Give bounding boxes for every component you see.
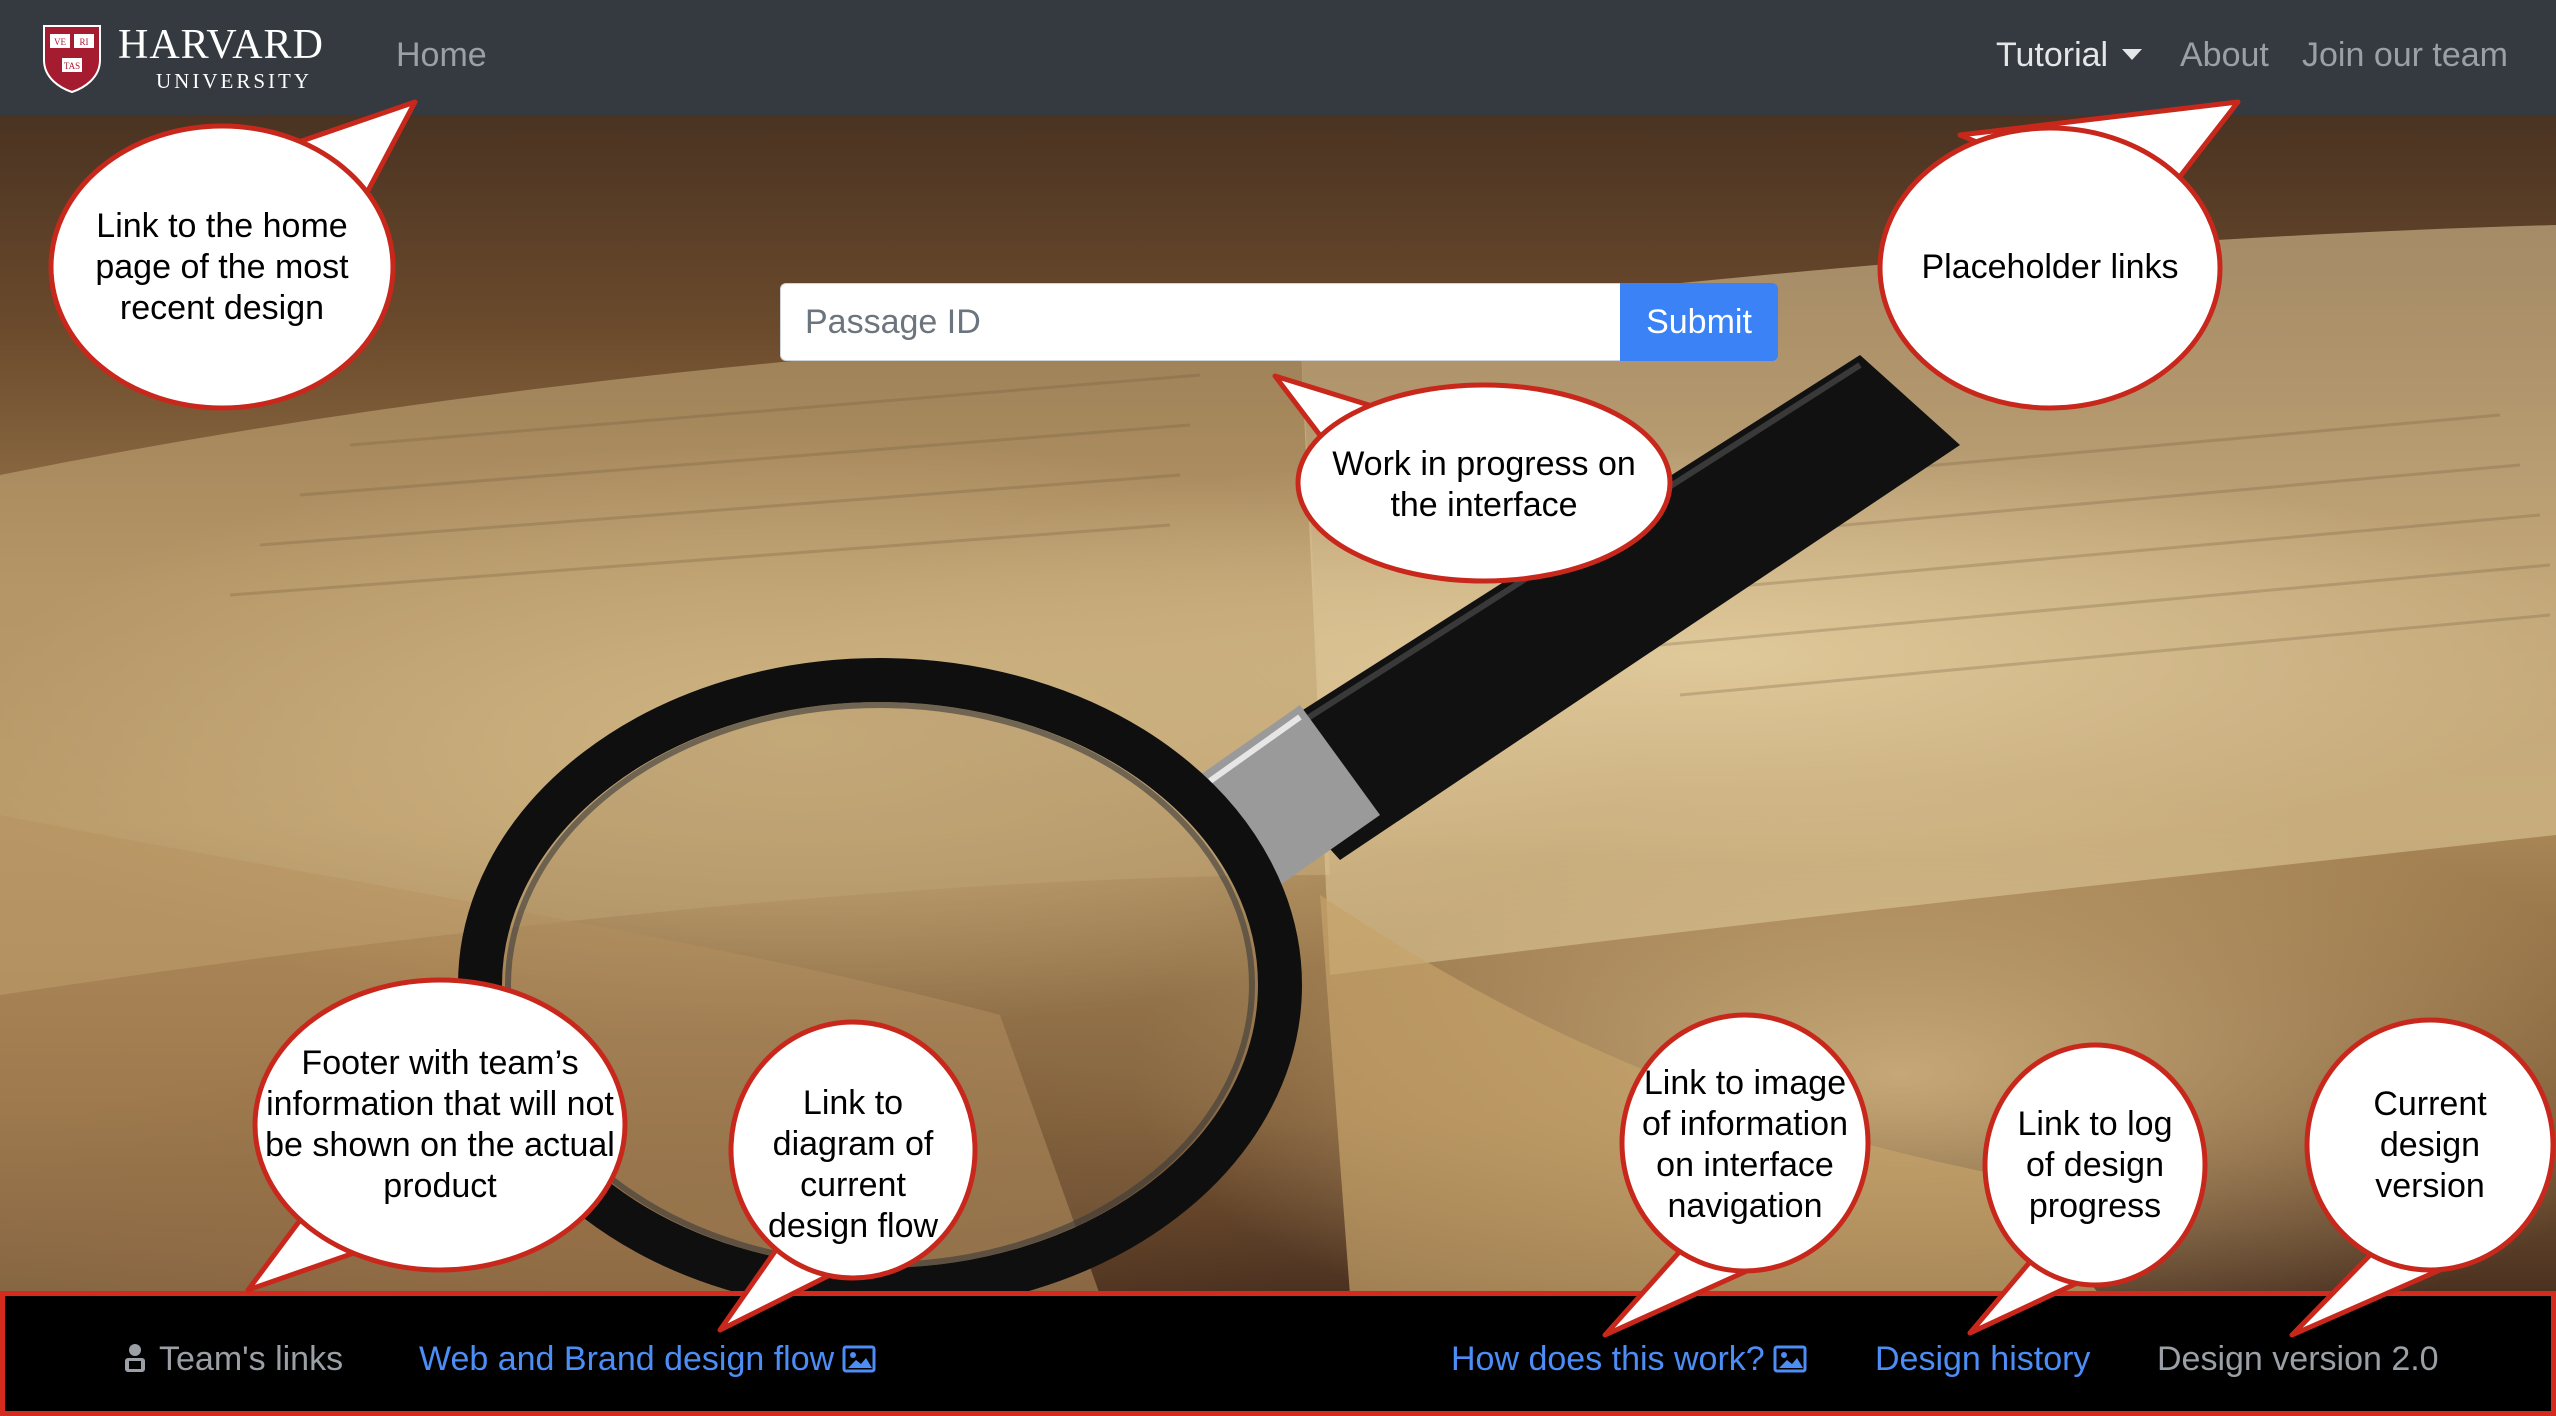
team-links-label: Team's links [159,1340,344,1378]
passage-id-input[interactable] [780,283,1620,361]
brand-sub: UNIVERSITY [156,68,312,93]
shield-text-ve: VE [54,37,66,47]
image-icon [842,1345,876,1373]
image-icon [1773,1345,1807,1373]
submit-button[interactable]: Submit [1620,283,1778,361]
nav-home-link[interactable]: Home [396,36,487,75]
team-links[interactable]: Team's links [123,1340,343,1379]
nav-tutorial-dropdown[interactable]: Tutorial [1996,36,2143,75]
harvard-shield-icon: VE RI TAS [43,25,101,94]
callout-wip-text: Work in progress on the interface [1332,445,1636,524]
brand-wordmark: HARVARD UNIVERSITY [118,23,324,94]
callout-version-text: Current design version [2373,1084,2487,1205]
caret-down-icon [2122,49,2143,60]
design-history-link[interactable]: Design history [1875,1340,2090,1379]
web-brand-label: Web and Brand design flow [419,1340,835,1378]
shield-text-ri: RI [80,37,89,47]
callout-diagram-text: Link to diagram of current design flow [767,1084,939,1245]
callout-image-text: Link to image of information on interfac… [1642,1064,1848,1225]
how-does-this-work-link[interactable]: How does this work? [1451,1340,1807,1379]
footer: Team's links Web and Brand design flow H… [0,1291,2556,1416]
developer-icon [125,1344,145,1372]
how-works-label: How does this work? [1451,1340,1765,1378]
nav-tutorial-label: Tutorial [1996,36,2109,74]
nav-join-link[interactable]: Join our team [2302,36,2508,75]
shield-text-tas: TAS [64,61,80,71]
callout-home-text: Link to the home page of the most recent… [95,207,349,327]
top-navbar: VE RI TAS HARVARD UNIVERSITY Home Tutori… [0,0,2556,115]
brand-name: HARVARD [118,21,324,68]
callout-placeholder-text: Placeholder links [1921,248,2179,286]
callout-footer-text: Footer with team’s information that will… [265,1044,615,1205]
web-brand-design-flow-link[interactable]: Web and Brand design flow [419,1340,876,1379]
passage-search-form: Submit [780,283,1778,361]
callout-log-text: Link to log of design progress [2017,1104,2173,1225]
nav-about-link[interactable]: About [2180,36,2269,75]
harvard-logo[interactable]: VE RI TAS HARVARD UNIVERSITY [40,22,324,94]
design-version-text: Design version 2.0 [2157,1340,2439,1378]
